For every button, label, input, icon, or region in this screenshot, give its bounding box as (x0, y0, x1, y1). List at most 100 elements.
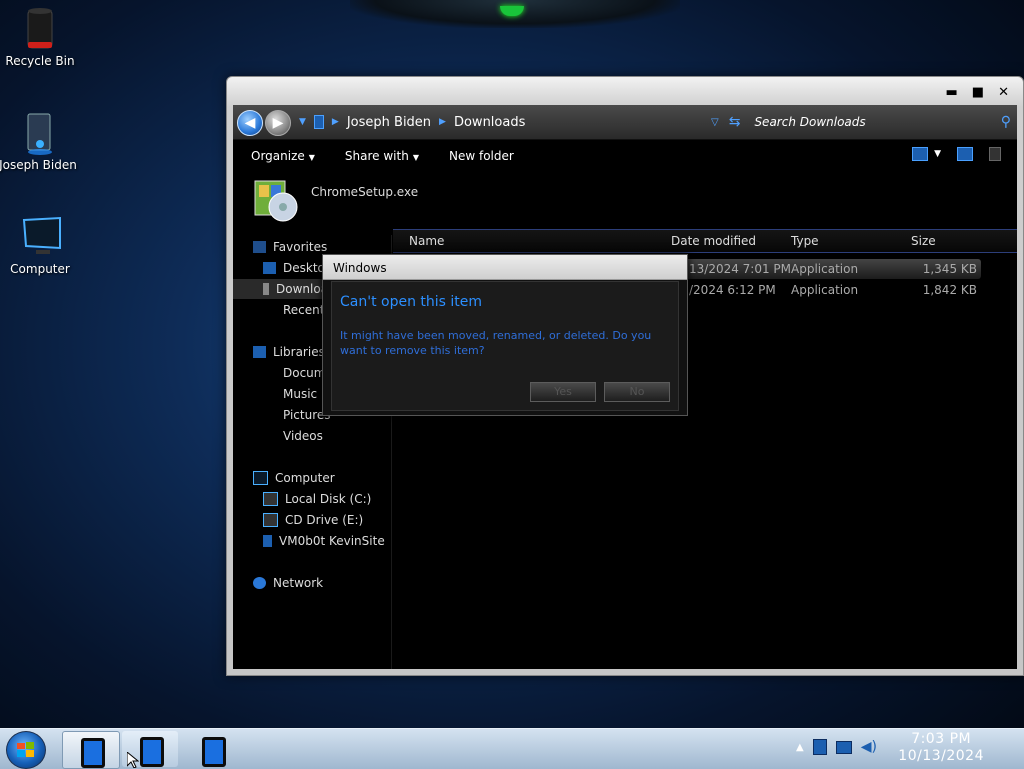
error-dialog: Windows Can't open this item It might ha… (322, 254, 688, 416)
desktop-icon (263, 262, 276, 274)
column-headers: Name Date modified Type Size (393, 229, 1017, 253)
taskbar-button-app-3[interactable] (184, 731, 240, 767)
chevron-down-icon: ▼ (308, 153, 315, 162)
yes-button[interactable]: Yes (530, 382, 596, 402)
share-with-label: Share with (344, 149, 409, 163)
file-preview: ChromeSetup.exe (251, 177, 418, 223)
nav-label: Libraries (273, 345, 325, 359)
preview-filename: ChromeSetup.exe (311, 185, 419, 199)
search-area: ▽ ⇆ ⚲ (711, 105, 1011, 139)
system-tray: ▲ ◀) (796, 739, 877, 755)
breadcrumb-separator-icon[interactable]: ▶ (439, 117, 446, 127)
search-input[interactable] (752, 114, 977, 130)
nav-network[interactable]: Network (253, 573, 411, 593)
desktop-icon-label: Computer (10, 262, 70, 276)
nav-label: VM0b0t KevinSite (279, 534, 385, 548)
address-bar: ◀ ▶ ▼ ▶ Joseph Biden ▶ Downloads ▽ ⇆ ⚲ (233, 105, 1017, 140)
nav-label: Network (273, 576, 324, 590)
view-options-dropdown-icon[interactable]: ▼ (934, 149, 941, 159)
nav-network-share[interactable]: VM0b0t KevinSite (233, 531, 421, 551)
address-dropdown-icon[interactable]: ▽ (711, 117, 719, 128)
app-icon (140, 737, 164, 767)
column-header-size[interactable]: Size (911, 234, 936, 248)
libraries-icon (253, 346, 266, 358)
help-icon[interactable] (989, 147, 1001, 161)
nav-local-disk[interactable]: Local Disk (C:) (233, 489, 421, 509)
forward-arrow-icon: ▶ (272, 115, 284, 131)
organize-label: Organize (251, 149, 305, 163)
nav-label: Computer (275, 471, 335, 485)
file-date: /2024 6:12 PM (689, 283, 776, 297)
file-type: Application (791, 262, 859, 276)
installer-package-icon (251, 177, 298, 223)
desktop-icon-joseph-biden[interactable]: Joseph Biden (0, 110, 78, 172)
share-with-button[interactable]: Share with ▼ (345, 149, 419, 163)
change-view-icon[interactable] (912, 147, 929, 161)
back-button[interactable]: ◀ (237, 110, 263, 136)
nav-label: Videos (283, 429, 323, 443)
file-type: Application (791, 283, 859, 297)
dialog-body: Can't open this item It might have been … (331, 281, 679, 411)
maximize-button[interactable]: ■ (972, 85, 984, 100)
nav-label: CD Drive (E:) (285, 513, 364, 527)
computer-icon (20, 214, 61, 258)
file-size: 1,345 KB (922, 262, 977, 276)
nav-videos[interactable]: Videos (233, 426, 441, 446)
preview-pane-icon[interactable] (957, 147, 973, 161)
nav-label: Music (283, 387, 318, 401)
cd-drive-icon (263, 513, 278, 527)
dialog-title[interactable]: Windows (323, 255, 687, 280)
close-button[interactable]: ✕ (998, 85, 1009, 100)
breadcrumb-separator-icon[interactable]: ▶ (332, 117, 339, 127)
network-status-icon[interactable] (835, 740, 852, 754)
chevron-down-icon: ▼ (412, 153, 419, 162)
refresh-icon[interactable]: ⇆ (729, 114, 741, 130)
taskbar-button-explorer[interactable] (62, 731, 120, 769)
clock[interactable]: 7:03 PM 10/13/2024 (898, 731, 984, 765)
start-button[interactable] (6, 731, 46, 769)
taskbar: ▲ ◀) 7:03 PM 10/13/2024 (0, 728, 1024, 769)
star-icon (253, 241, 266, 253)
folder-icon (313, 115, 324, 129)
dialog-heading: Can't open this item (340, 294, 483, 310)
windows-logo-icon (17, 742, 34, 757)
desktop-icon-label: Recycle Bin (5, 54, 75, 68)
breadcrumb-joseph-biden[interactable]: Joseph Biden (347, 115, 431, 130)
minimize-button[interactable]: ▬ (946, 85, 958, 100)
clock-time: 7:03 PM (911, 731, 972, 747)
file-date: 13/2024 7:01 PM (689, 262, 792, 276)
dialog-message: It might have been moved, renamed, or de… (340, 329, 652, 357)
desktop-icon-recycle-bin[interactable]: Recycle Bin (0, 6, 80, 68)
action-center-icon[interactable] (812, 739, 827, 755)
column-header-name[interactable]: Name (409, 234, 444, 248)
new-folder-button[interactable]: New folder (449, 149, 514, 163)
hard-disk-icon (263, 492, 278, 506)
clock-date: 10/13/2024 (898, 748, 984, 764)
desktop-top-glow (350, 0, 680, 28)
nav-computer[interactable]: Computer (253, 468, 411, 488)
no-button[interactable]: No (604, 382, 670, 402)
downloads-folder-icon (263, 283, 269, 295)
app-icon (202, 737, 226, 767)
file-size: 1,842 KB (922, 283, 977, 297)
command-bar: Organize ▼ Share with ▼ New folder ▼ (233, 139, 1017, 173)
column-header-type[interactable]: Type (791, 234, 819, 248)
recycle-bin-icon (20, 6, 60, 50)
nav-label: Favorites (273, 240, 328, 254)
column-header-date[interactable]: Date modified (671, 234, 756, 248)
volume-icon[interactable]: ◀) (861, 739, 877, 755)
nav-cd-drive[interactable]: CD Drive (E:) (233, 510, 421, 530)
network-icon (253, 577, 266, 589)
forward-button[interactable]: ▶ (265, 110, 291, 136)
organize-button[interactable]: Organize ▼ (251, 149, 315, 163)
show-hidden-icons-button[interactable]: ▲ (796, 742, 804, 753)
window-controls: ▬ ■ ✕ (946, 85, 1010, 100)
app-icon (81, 738, 105, 768)
history-dropdown-icon[interactable]: ▼ (299, 117, 306, 127)
breadcrumb: ▼ ▶ Joseph Biden ▶ Downloads (299, 105, 525, 139)
back-arrow-icon: ◀ (244, 115, 256, 131)
view-controls: ▼ (912, 147, 1001, 161)
search-icon[interactable]: ⚲ (1001, 114, 1011, 130)
desktop-icon-computer[interactable]: Computer (0, 214, 80, 276)
breadcrumb-downloads[interactable]: Downloads (454, 115, 525, 130)
